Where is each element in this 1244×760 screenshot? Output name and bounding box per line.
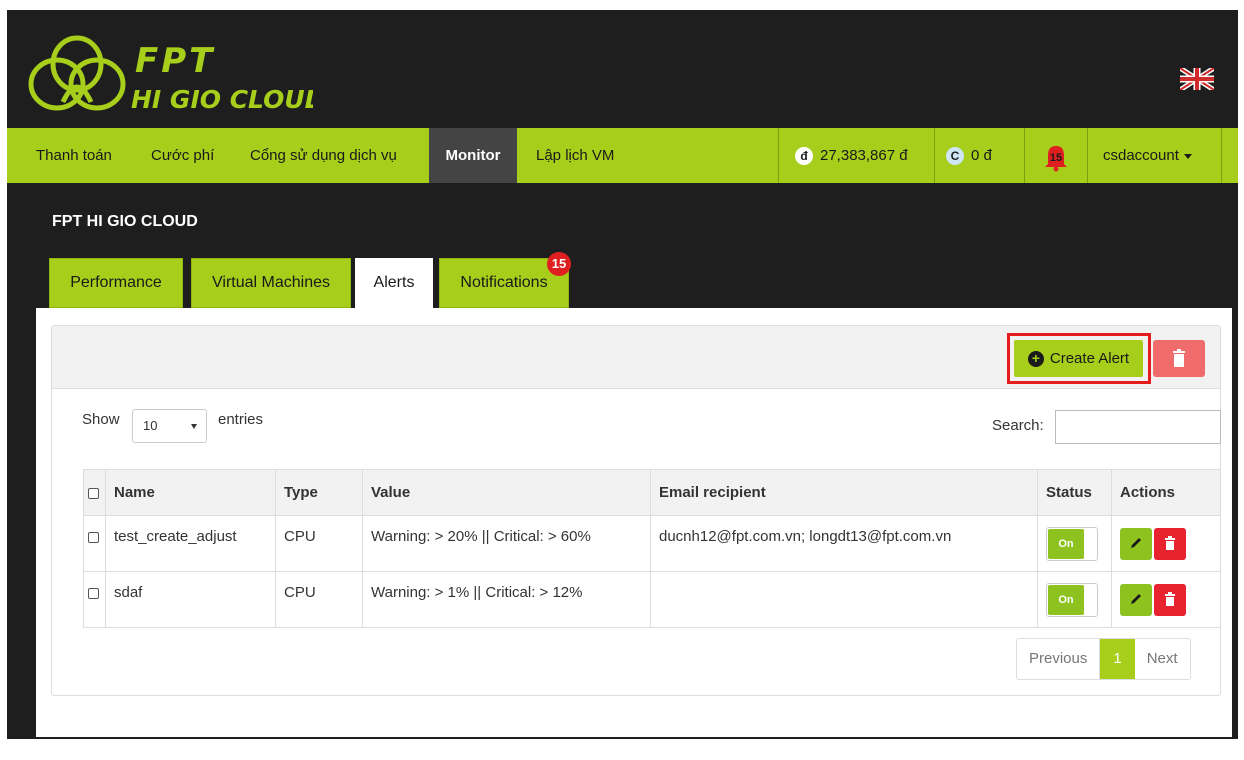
status-cell: On — [1037, 515, 1112, 572]
dong-icon: đ — [795, 147, 813, 166]
select-all-checkbox[interactable] — [88, 487, 99, 499]
nav-item-lap-lich-vm[interactable]: Lập lịch VM — [536, 128, 614, 183]
alerts-table: Name Type Value Email recipient Status A… — [83, 469, 1221, 628]
balance-value: 27,383,867 đ — [820, 147, 908, 164]
credit-icon: C — [946, 147, 964, 166]
search-input[interactable] — [1055, 410, 1221, 444]
row-select-cell — [83, 571, 106, 628]
actions-cell — [1111, 571, 1221, 628]
col-status[interactable]: Status — [1037, 469, 1112, 516]
tab-alerts[interactable]: Alerts — [355, 258, 433, 310]
panel-toolbar: + Create Alert — [52, 326, 1220, 389]
nav-item-monitor[interactable]: Monitor — [429, 128, 517, 183]
status-label: On — [1048, 584, 1084, 615]
nav-divider — [934, 128, 935, 183]
row-checkbox[interactable] — [88, 531, 99, 543]
alert-name: sdaf — [105, 571, 276, 628]
page-title: FPT HI GIO CLOUD — [52, 213, 198, 230]
alerts-panel: + Create Alert Show 10 entries Search: N… — [51, 325, 1221, 696]
create-alert-button[interactable]: + Create Alert — [1014, 340, 1143, 377]
alert-type: CPU — [275, 571, 363, 628]
alert-value: Warning: > 1% || Critical: > 12% — [362, 571, 651, 628]
caret-down-icon — [1183, 153, 1192, 159]
entries-value: 10 — [143, 418, 158, 433]
nav-divider — [1087, 128, 1088, 183]
table-header-row: Name Type Value Email recipient Status A… — [83, 469, 1221, 516]
col-type[interactable]: Type — [275, 469, 363, 516]
alert-type: CPU — [275, 515, 363, 572]
search-label: Search: — [992, 417, 1044, 434]
col-name[interactable]: Name — [105, 469, 276, 516]
delete-button[interactable] — [1154, 527, 1186, 560]
alert-email: ducnh12@fpt.com.vn; longdt13@fpt.com.vn — [650, 515, 1038, 572]
uk-flag-icon[interactable] — [1180, 68, 1214, 90]
notification-count: 15 — [1050, 152, 1062, 164]
edit-button[interactable] — [1120, 583, 1152, 616]
brand-line2: HI GIO CLOUD — [131, 85, 313, 114]
entries-select[interactable]: 10 — [132, 409, 207, 443]
brand-line1: FPT — [135, 41, 215, 81]
delete-selected-button[interactable] — [1153, 340, 1205, 377]
next-page-button[interactable]: Next — [1135, 639, 1190, 679]
select-all-cell — [83, 469, 106, 516]
bell-icon[interactable]: 15 — [1043, 142, 1069, 172]
user-name: csdaccount — [1103, 147, 1179, 164]
plus-circle-icon: + — [1027, 351, 1044, 368]
content-area: + Create Alert Show 10 entries Search: N… — [36, 308, 1232, 737]
alert-name: test_create_adjust — [105, 515, 276, 572]
nav-item-cuoc-phi[interactable]: Cước phí — [151, 128, 214, 183]
row-select-cell — [83, 515, 106, 572]
pencil-icon — [1131, 593, 1141, 604]
nav-divider — [1024, 128, 1025, 183]
entries-label: entries — [218, 411, 264, 428]
tab-performance[interactable]: Performance — [49, 258, 183, 308]
alert-email — [650, 571, 1038, 628]
page-1-button[interactable]: 1 — [1100, 639, 1135, 679]
pagination: Previous 1 Next — [1016, 638, 1191, 680]
previous-page-button[interactable]: Previous — [1017, 639, 1101, 679]
header: FPT HI GIO CLOUD — [7, 10, 1238, 128]
credit-display[interactable]: C 0 đ — [946, 128, 992, 183]
row-checkbox[interactable] — [88, 587, 99, 599]
status-toggle[interactable]: On — [1046, 582, 1098, 617]
status-toggle[interactable]: On — [1046, 526, 1098, 561]
app-window: FPT HI GIO CLOUD Thanh toán Cước phí Cổn… — [7, 10, 1238, 739]
caret-down-icon — [191, 424, 197, 429]
edit-button[interactable] — [1120, 527, 1152, 560]
tab-virtual-machines[interactable]: Virtual Machines — [191, 258, 351, 308]
nav-divider — [1221, 128, 1222, 183]
col-actions: Actions — [1111, 469, 1221, 516]
pencil-icon — [1131, 537, 1141, 548]
credit-value: 0 đ — [971, 147, 992, 164]
main-nav: Thanh toán Cước phí Cổng sử dụng dịch vụ… — [7, 128, 1238, 183]
trash-icon — [1173, 349, 1185, 367]
table-row: sdaf CPU Warning: > 1% || Critical: > 12… — [83, 571, 1221, 628]
table-row: test_create_adjust CPU Warning: > 20% ||… — [83, 515, 1221, 572]
delete-button[interactable] — [1154, 583, 1186, 616]
trash-icon — [1165, 591, 1175, 606]
nav-divider — [778, 128, 779, 183]
balance-display[interactable]: đ 27,383,867 đ — [795, 128, 908, 183]
col-email[interactable]: Email recipient — [650, 469, 1038, 516]
col-value[interactable]: Value — [362, 469, 651, 516]
alert-value: Warning: > 20% || Critical: > 60% — [362, 515, 651, 572]
nav-item-thanh-toan[interactable]: Thanh toán — [36, 128, 112, 183]
nav-item-cong-su-dung[interactable]: Cổng sử dụng dịch vụ — [250, 128, 397, 183]
fpt-logo-icon: FPT HI GIO CLOUD — [28, 35, 313, 114]
status-label: On — [1048, 528, 1084, 559]
actions-cell — [1111, 515, 1221, 572]
trash-icon — [1165, 535, 1175, 550]
show-label: Show — [82, 411, 120, 428]
notifications-badge: 15 — [547, 252, 571, 276]
create-alert-label: Create Alert — [1049, 350, 1130, 367]
user-menu[interactable]: csdaccount — [1103, 128, 1192, 183]
status-cell: On — [1037, 571, 1112, 628]
